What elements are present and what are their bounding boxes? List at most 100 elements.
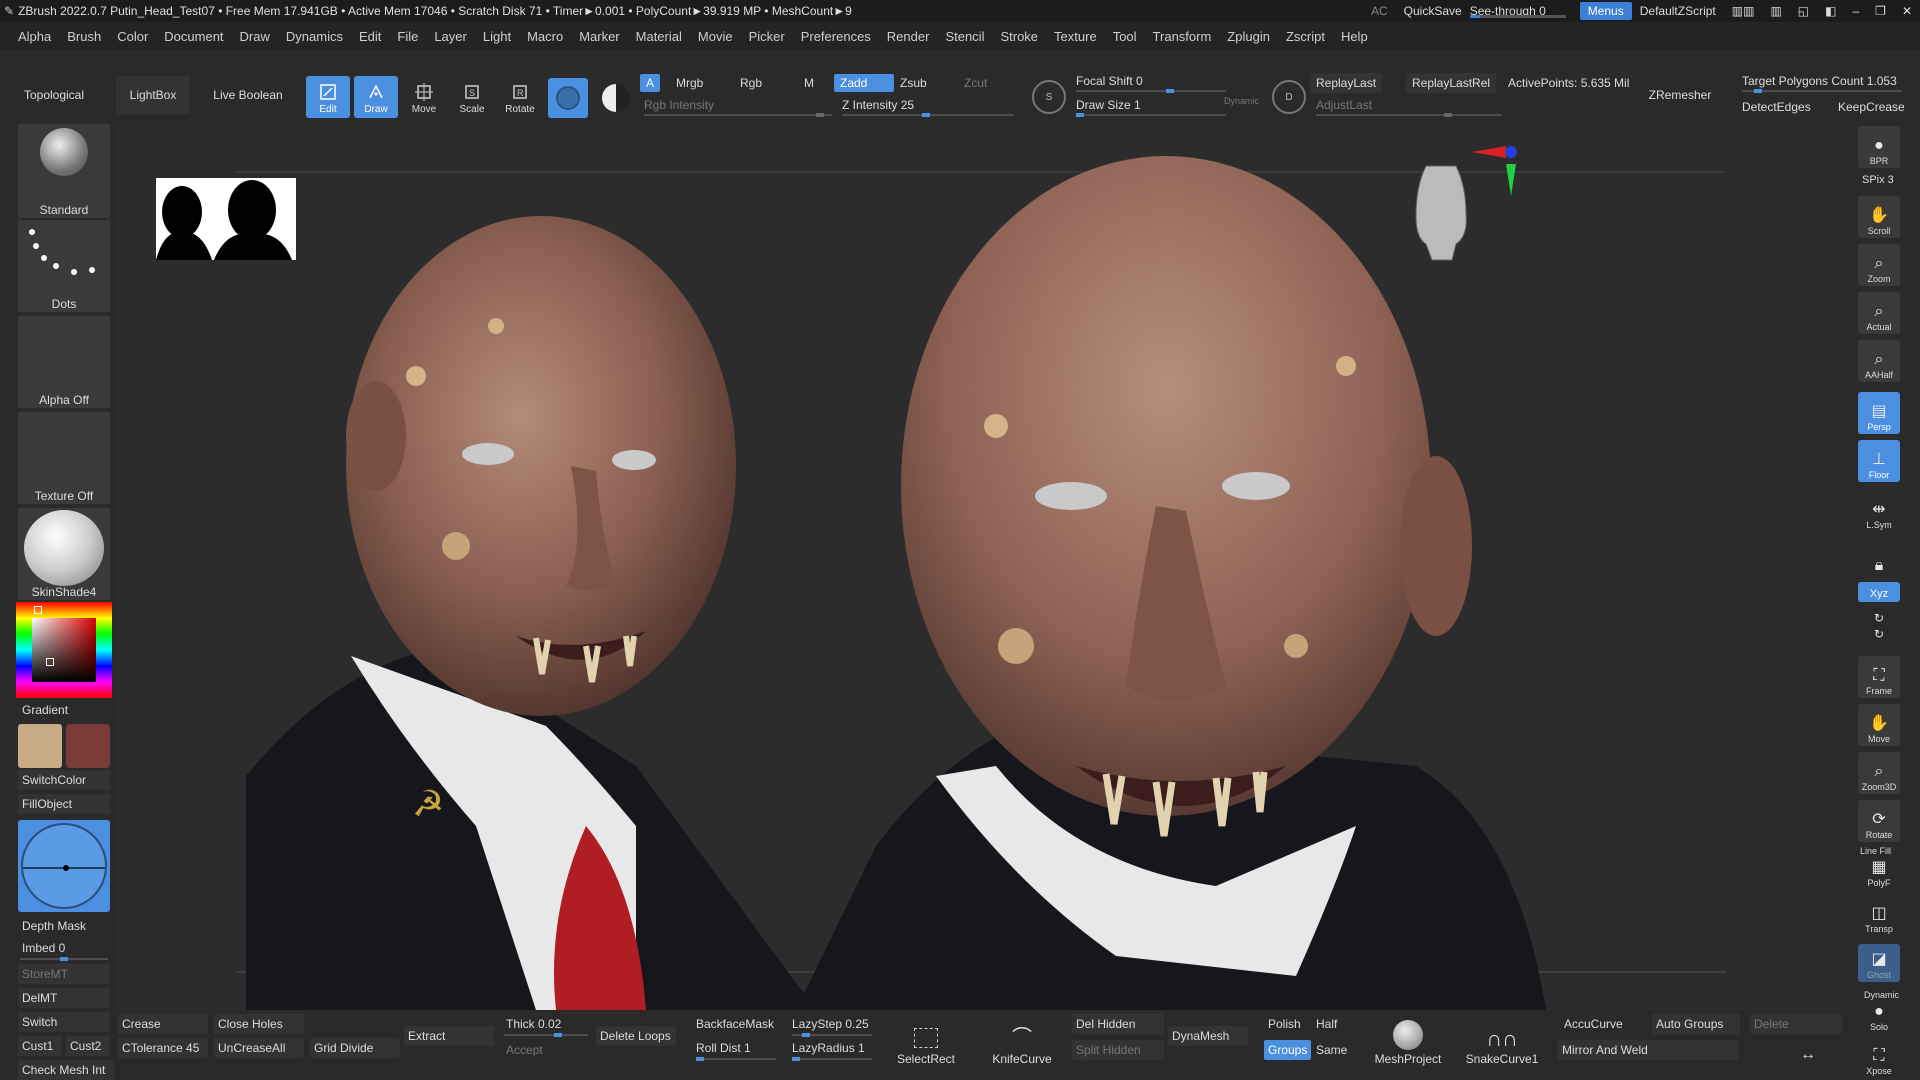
uncreaseall-button[interactable]: UnCreaseAll [214, 1038, 304, 1058]
replaylastrel-button[interactable]: ReplayLastRel [1406, 73, 1497, 93]
lazystep-slider[interactable]: LazyStep 0.25 [788, 1014, 873, 1034]
floor-toggle[interactable]: ⊥ Floor [1858, 440, 1900, 482]
target-polygons-track[interactable] [1742, 89, 1902, 93]
frame-button[interactable]: ⛶ Frame [1858, 656, 1900, 698]
menus-toggle[interactable]: Menus [1579, 2, 1632, 20]
alpha-selector[interactable]: Alpha Off [18, 316, 110, 408]
ui-layout-icon[interactable]: ▥ [1762, 4, 1789, 18]
layout-icon[interactable]: ▥▥ [1724, 4, 1763, 18]
sphere-preview-button[interactable] [548, 78, 588, 118]
a-toggle[interactable]: A [640, 74, 661, 92]
color-picker[interactable] [16, 602, 112, 698]
move-view-button[interactable]: ✋ Move [1858, 704, 1900, 746]
theme-icon[interactable]: ◧ [1817, 4, 1844, 18]
xpose-toggle[interactable]: ⛶ Xpose [1858, 1038, 1900, 1078]
bpr-button[interactable]: ● BPR [1858, 126, 1900, 168]
transp-toggle[interactable]: ◫ Transp [1858, 898, 1900, 936]
close-icon[interactable]: ✕ [1894, 4, 1920, 18]
selectrect-button[interactable]: SelectRect [897, 1016, 955, 1066]
maximize-icon[interactable]: ❐ [1867, 4, 1894, 18]
adjustlast-slider[interactable]: AdjustLast [1316, 98, 1372, 112]
grid-divide-button[interactable]: Grid Divide [310, 1038, 400, 1058]
menu-tool[interactable]: Tool [1105, 29, 1145, 44]
del-hidden-button[interactable]: Del Hidden [1072, 1014, 1164, 1034]
main-color-swatch[interactable] [18, 724, 62, 768]
mirror-and-weld-button[interactable]: Mirror And Weld [1558, 1040, 1738, 1060]
delete-loops-button[interactable]: Delete Loops [596, 1026, 676, 1046]
orientation-gizmo[interactable] [1415, 146, 1517, 261]
menu-draw[interactable]: Draw [232, 29, 278, 44]
zbrush-logo-icon[interactable]: ✎ [0, 4, 14, 18]
minimize-icon[interactable]: – [1844, 4, 1867, 18]
menu-zplugin[interactable]: Zplugin [1219, 29, 1278, 44]
color-cursor[interactable] [46, 658, 54, 666]
menu-stroke[interactable]: Stroke [992, 29, 1046, 44]
cust1-button[interactable]: Cust1 [18, 1036, 62, 1056]
rotate-axis-toggles[interactable]: ↻ ↻ [1858, 606, 1900, 646]
draw-size-slider[interactable] [1076, 113, 1226, 117]
focal-shift-ring-icon[interactable]: S [1032, 80, 1066, 114]
imbed-slider[interactable]: Imbed 0 [18, 938, 110, 958]
hue-cursor[interactable] [34, 606, 42, 614]
backfacemask-toggle[interactable]: BackfaceMask [692, 1014, 778, 1034]
lock-toggle[interactable]: 🔒︎ [1858, 536, 1900, 578]
expand-arrows-icon[interactable]: ↔ [1800, 1046, 1816, 1064]
zoom-button[interactable]: ⌕ Zoom [1858, 244, 1900, 286]
snakecurve-button[interactable]: ∩∩ SnakeCurve1 [1462, 1014, 1542, 1066]
menu-brush[interactable]: Brush [59, 29, 109, 44]
accucurve-toggle[interactable]: AccuCurve [1560, 1014, 1627, 1034]
material-selector[interactable]: SkinShade4 [18, 508, 110, 600]
target-polygons-slider[interactable]: Target Polygons Count 1.053 [1742, 74, 1897, 88]
menu-macro[interactable]: Macro [519, 29, 571, 44]
default-zscript-button[interactable]: DefaultZScript [1632, 4, 1724, 18]
depth-mask-curve[interactable] [18, 820, 110, 912]
fillobject-button[interactable]: FillObject [18, 794, 110, 814]
replay-ring-icon[interactable]: D [1272, 80, 1306, 114]
actual-button[interactable]: ⌕ Actual [1858, 292, 1900, 334]
menu-file[interactable]: File [389, 29, 426, 44]
check-mesh-button[interactable]: Check Mesh Int [18, 1060, 114, 1080]
secondary-color-swatch[interactable] [66, 724, 110, 768]
lsym-toggle[interactable]: ⇹ L.Sym [1858, 490, 1900, 532]
extract-button[interactable]: Extract [404, 1026, 494, 1046]
switch-button[interactable]: Switch [18, 1012, 110, 1032]
menu-preferences[interactable]: Preferences [793, 29, 879, 44]
live-boolean-button[interactable]: Live Boolean [206, 76, 290, 114]
roll-dist-slider[interactable]: Roll Dist 1 [692, 1038, 755, 1058]
menu-dynamics[interactable]: Dynamics [278, 29, 351, 44]
rgb-toggle[interactable]: Rgb [740, 76, 762, 90]
keepcrease-toggle[interactable]: KeepCrease [1838, 100, 1905, 114]
menu-material[interactable]: Material [628, 29, 690, 44]
aahalf-button[interactable]: ⌕ AAHalf [1858, 340, 1900, 382]
lightbox-button[interactable]: LightBox [116, 76, 190, 114]
same-toggle[interactable]: Same [1312, 1040, 1351, 1060]
roll-dist-track[interactable] [696, 1057, 776, 1061]
lazyradius-slider[interactable]: LazyRadius 1 [788, 1038, 869, 1058]
polish-toggle[interactable]: Polish [1264, 1014, 1305, 1034]
menu-zscript[interactable]: Zscript [1278, 29, 1333, 44]
thick-slider[interactable]: Thick 0.02 [502, 1014, 565, 1034]
window-icon[interactable]: ◱ [1790, 4, 1817, 18]
draw-mode-button[interactable]: Draw [354, 76, 398, 118]
color-saturation-square[interactable] [32, 618, 96, 682]
menu-transform[interactable]: Transform [1145, 29, 1220, 44]
rgb-intensity-slider[interactable] [644, 113, 832, 117]
scroll-button[interactable]: ✋ Scroll [1858, 196, 1900, 238]
half-toggle[interactable]: Half [1312, 1014, 1341, 1034]
meshproject-button[interactable]: MeshProject [1370, 1014, 1446, 1066]
lazystep-track[interactable] [792, 1033, 872, 1037]
move-mode-button[interactable]: Move [402, 76, 446, 118]
delmt-button[interactable]: DelMT [18, 988, 110, 1008]
knifecurve-button[interactable]: ⌒ KnifeCurve [990, 1016, 1054, 1066]
edit-mode-button[interactable]: Edit [306, 76, 350, 118]
zsub-toggle[interactable]: Zsub [900, 76, 927, 90]
ghost-toggle[interactable]: ◪ Ghost [1858, 944, 1900, 982]
gradient-toggle[interactable]: Gradient [18, 700, 110, 720]
persp-toggle[interactable]: ▤ Persp [1858, 392, 1900, 434]
imbed-track[interactable] [20, 957, 108, 961]
zcut-toggle[interactable]: Zcut [964, 76, 987, 90]
material-sphere-button[interactable] [596, 78, 636, 118]
brush-selector[interactable]: Standard [18, 124, 110, 218]
dynamesh-button[interactable]: DynaMesh [1168, 1026, 1248, 1046]
adjustlast-track[interactable] [1316, 113, 1502, 117]
